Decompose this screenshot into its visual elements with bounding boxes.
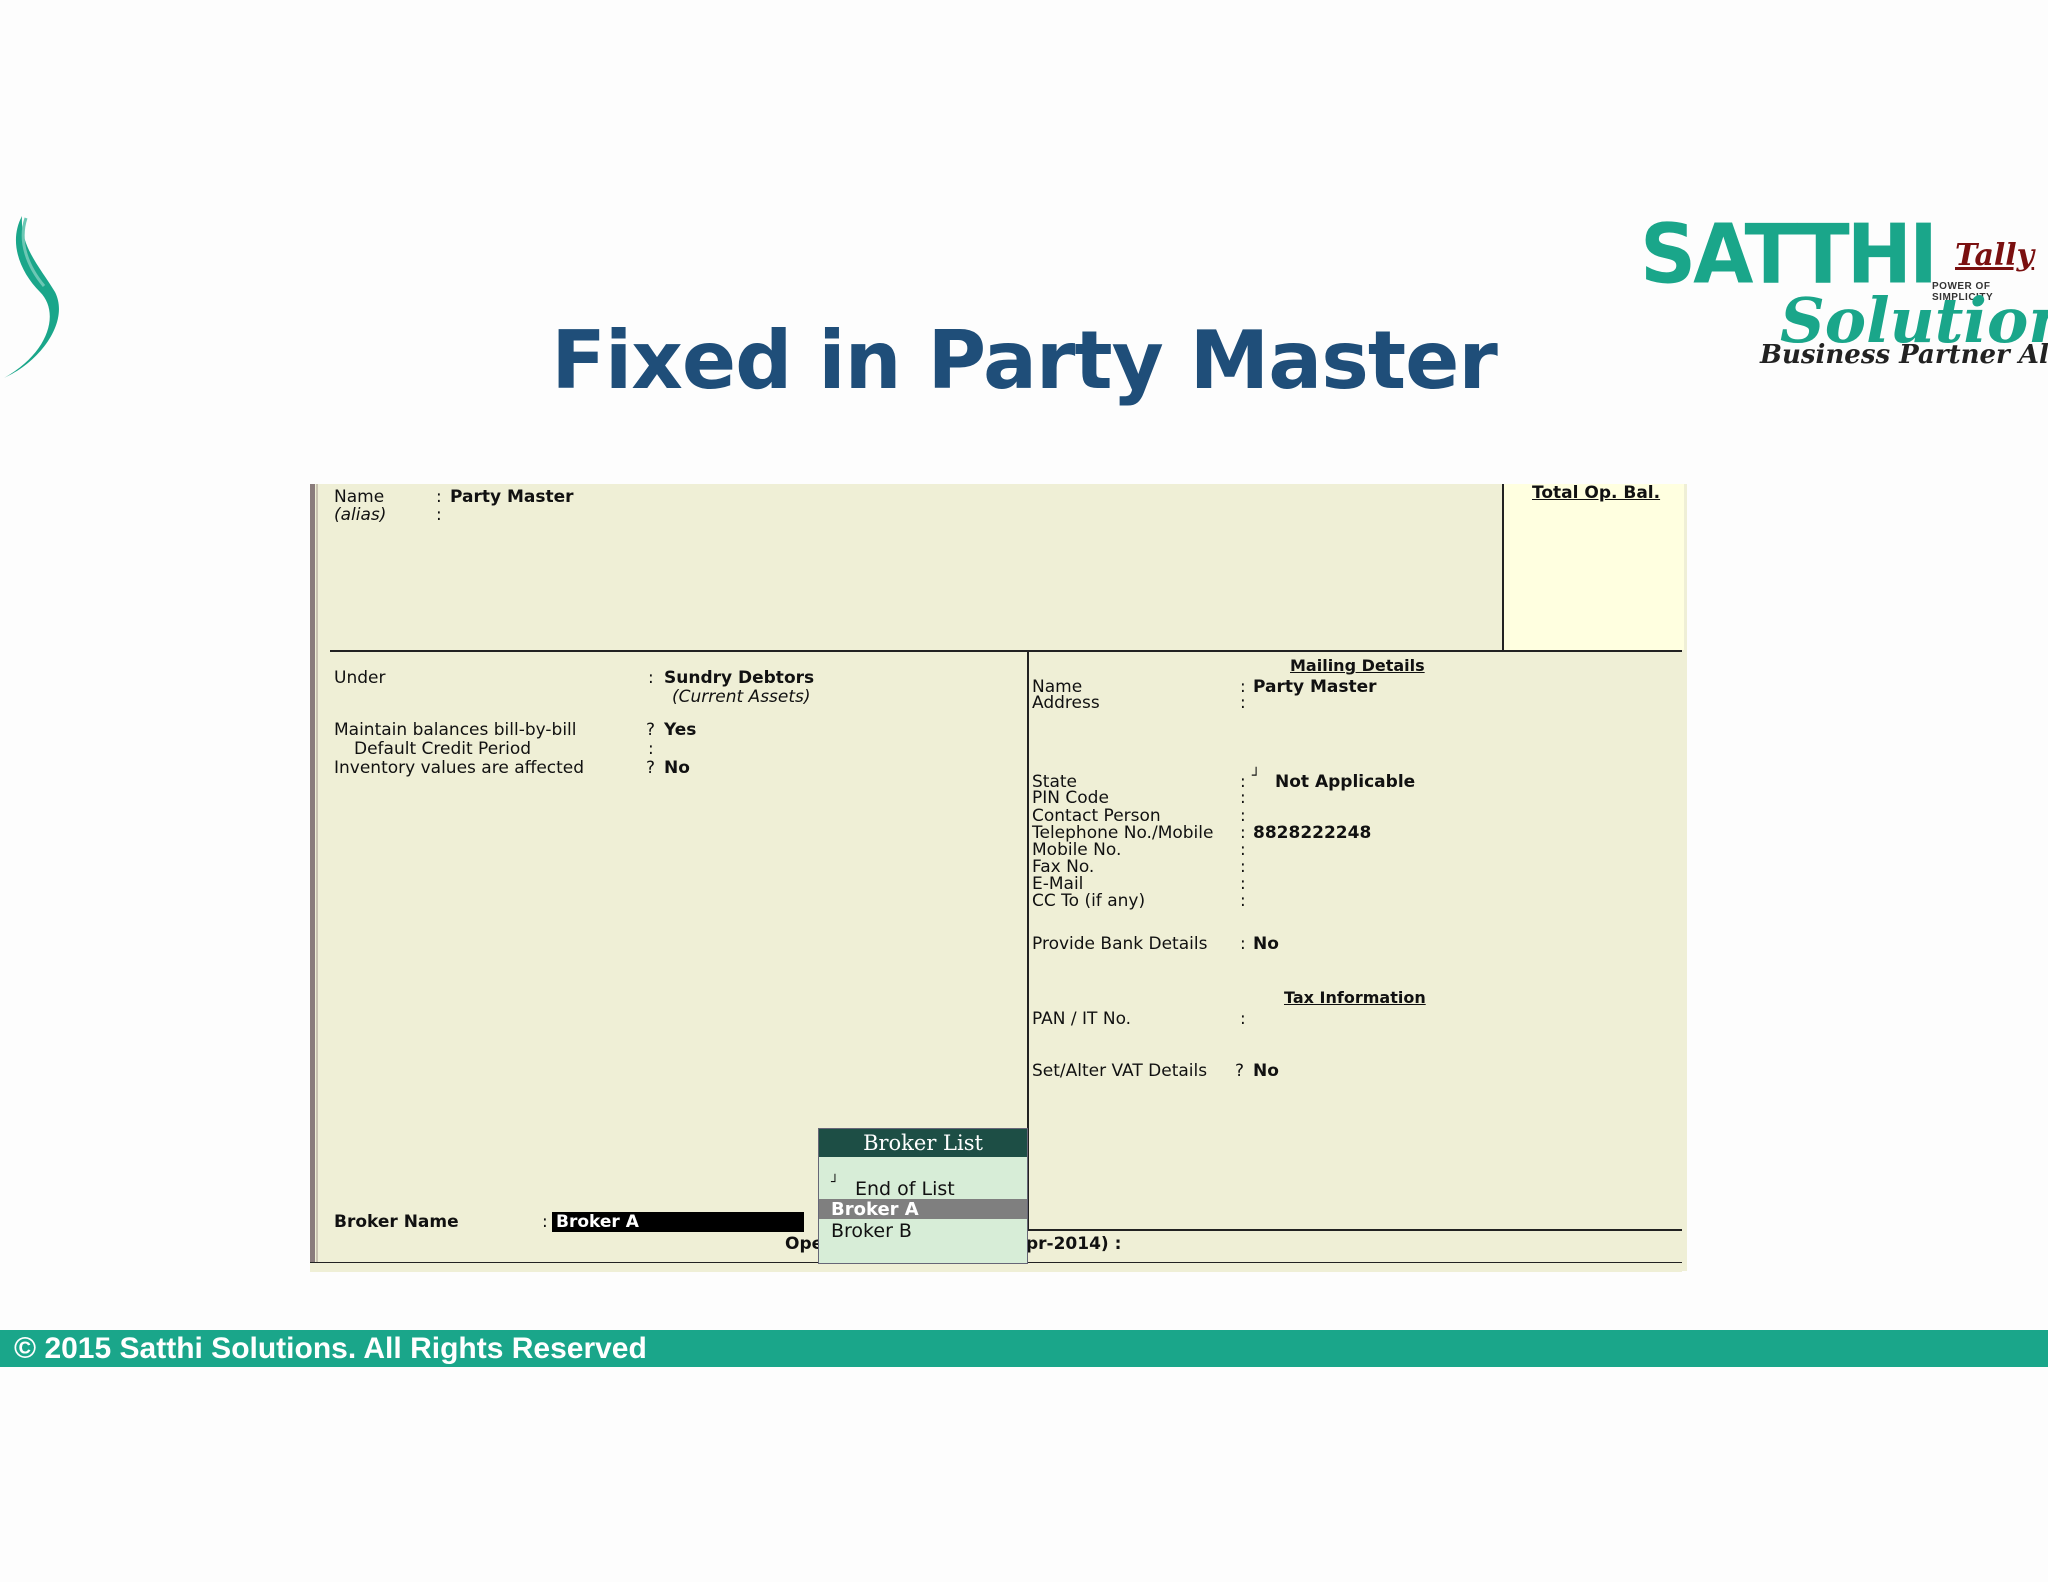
credit-sep: :: [648, 739, 654, 759]
enter-arrow-icon: ┘: [1252, 768, 1261, 784]
total-op-bal-label: Total Op. Bal.: [1532, 483, 1661, 503]
inventory-value[interactable]: No: [664, 758, 690, 778]
broker-list-popup: Broker List ┘ End of List Broker A Broke…: [818, 1128, 1028, 1264]
pin-sep: :: [1240, 788, 1246, 808]
broker-list-item[interactable]: End of List: [855, 1178, 955, 1200]
panel-edge: [316, 484, 318, 1271]
bill-sep: ?: [646, 720, 656, 740]
bank-label: Provide Bank Details: [1032, 934, 1208, 954]
vat-value[interactable]: No: [1253, 1061, 1279, 1081]
name-sep: :: [436, 487, 442, 507]
vat-sep: ?: [1235, 1061, 1245, 1081]
copyright-text: © 2015 Satthi Solutions. All Rights Rese…: [14, 1332, 647, 1365]
pin-label: PIN Code: [1032, 788, 1109, 808]
inventory-sep: ?: [646, 758, 656, 778]
bank-sep: :: [1240, 934, 1246, 954]
opening-date: pr-2014) :: [1026, 1234, 1122, 1254]
broker-input-value: Broker A: [556, 1212, 639, 1232]
broker-list-title: Broker List: [819, 1129, 1027, 1157]
state-value[interactable]: Not Applicable: [1275, 772, 1415, 792]
slide-title: Fixed in Party Master: [551, 314, 1498, 407]
divider: [330, 650, 1682, 652]
enter-arrow-icon: ┘: [831, 1175, 839, 1190]
mailing-heading: Mailing Details: [1290, 656, 1425, 675]
inventory-label: Inventory values are affected: [334, 758, 585, 778]
vat-label: Set/Alter VAT Details: [1032, 1061, 1208, 1081]
bank-value[interactable]: No: [1253, 934, 1279, 954]
under-sep: :: [648, 668, 654, 688]
under-label: Under: [334, 668, 386, 688]
pan-label: PAN / IT No.: [1032, 1009, 1132, 1029]
mail-name-value[interactable]: Party Master: [1253, 677, 1377, 697]
broker-sep: :: [542, 1212, 548, 1232]
under-value[interactable]: Sundry Debtors: [664, 668, 814, 688]
broker-list-item[interactable]: Broker B: [831, 1220, 912, 1242]
tax-heading: Tax Information: [1284, 988, 1426, 1007]
bill-label: Maintain balances bill-by-bill: [334, 720, 577, 740]
logo-tagline: Business Partner Always: [1760, 340, 2048, 370]
under-group: (Current Assets): [672, 687, 811, 707]
name-value[interactable]: Party Master: [450, 487, 574, 507]
broker-list-item[interactable]: Broker A: [831, 1199, 919, 1220]
cc-label: CC To (if any): [1032, 891, 1146, 911]
logo-tally: Tally: [1955, 238, 2035, 273]
address-label: Address: [1032, 693, 1100, 713]
bill-value[interactable]: Yes: [664, 720, 696, 740]
credit-label: Default Credit Period: [354, 739, 532, 759]
alias-sep: :: [436, 505, 442, 525]
broker-label: Broker Name: [334, 1212, 459, 1232]
total-op-bal-box: [1502, 484, 1684, 650]
cc-sep: :: [1240, 891, 1246, 911]
divider: [1027, 1229, 1682, 1231]
pan-sep: :: [1240, 1009, 1246, 1029]
alias-label: (alias): [334, 505, 387, 525]
name-label: Name: [334, 487, 385, 507]
address-sep: :: [1240, 693, 1246, 713]
telephone-value[interactable]: 8828222248: [1253, 823, 1371, 843]
